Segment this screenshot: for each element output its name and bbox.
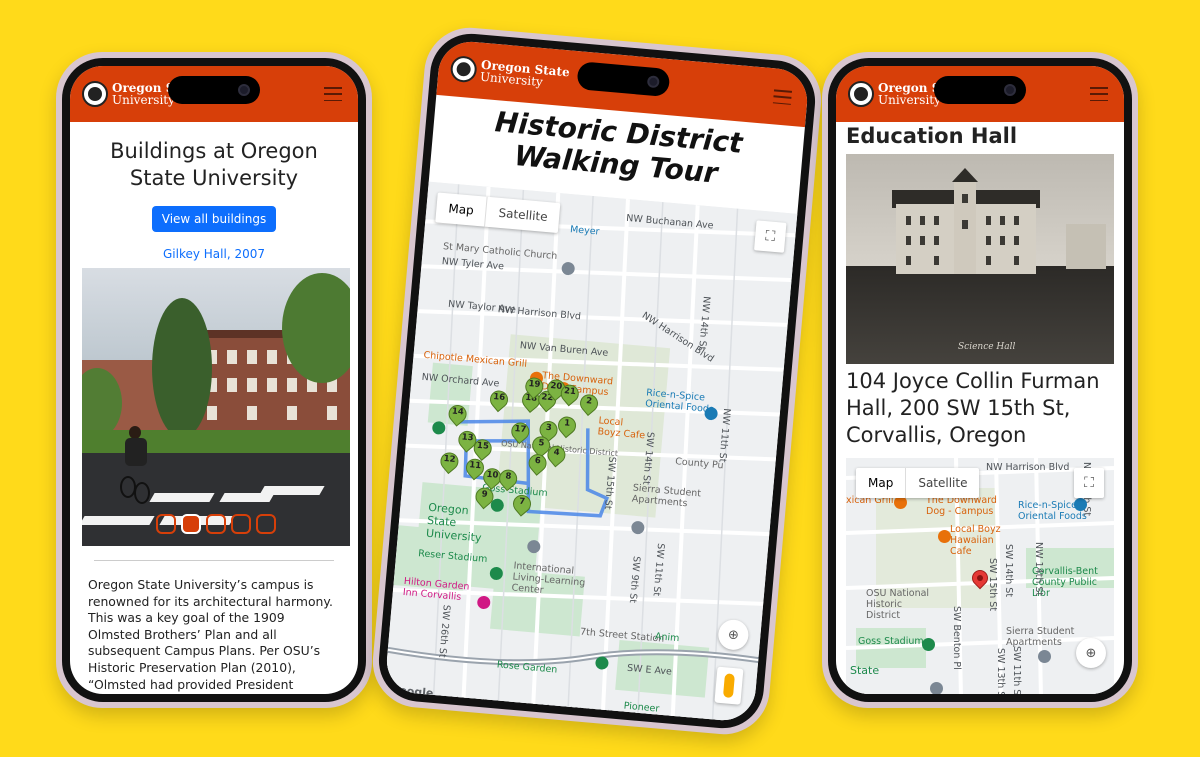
historic-photo: Science Hall (846, 154, 1114, 364)
poi-label: Corvallis-Bent County Public Libr (1032, 566, 1098, 599)
stadium-icon[interactable] (922, 638, 935, 651)
tour-stop-marker[interactable]: 21 (557, 380, 583, 409)
poi-label: Anim (654, 631, 680, 645)
walking-tour-map[interactable]: Map Satellite ⛶ NW Buchanan Ave St Mary … (384, 181, 798, 723)
place-icon[interactable] (1038, 650, 1051, 663)
map-type-map-button[interactable]: Map (856, 468, 907, 498)
dynamic-island (934, 76, 1026, 104)
map-type-satellite-button[interactable]: Satellite (485, 197, 560, 233)
location-control-icon[interactable]: ⊕ (1076, 638, 1106, 668)
tour-stop-marker[interactable]: 17 (507, 418, 533, 447)
phone-screen: Oregon State University Education Hall S… (836, 66, 1124, 694)
phone-bezel: Oregon State University Historic Distric… (375, 30, 819, 732)
view-all-buildings-button[interactable]: View all buildings (151, 206, 277, 232)
place-icon[interactable] (930, 682, 943, 694)
phone-screen: Oregon State University Historic Distric… (384, 39, 810, 723)
tour-stop-marker[interactable]: 9 (471, 483, 498, 512)
street-view-pegman-icon[interactable] (714, 666, 744, 705)
map-type-control: Map Satellite (856, 468, 980, 498)
poi-label: The Downward Dog - Campus (926, 495, 997, 517)
carousel-dot-active[interactable] (181, 514, 201, 534)
tour-stop-marker[interactable]: 16 (486, 386, 512, 415)
logo-wordmark: Oregon State University (479, 58, 570, 91)
page-title: Buildings at Oregon State University (110, 139, 318, 190)
street-label: SW Benton Pl (951, 606, 962, 670)
hamburger-menu-icon[interactable] (772, 89, 793, 105)
phone-screen: Oregon State University Buildings at Ore… (70, 66, 358, 694)
osu-seal-icon (82, 81, 108, 107)
intro-paragraph: Oregon State University’s campus is reno… (88, 577, 333, 694)
tour-stop-marker[interactable]: 14 (444, 401, 471, 429)
street-label: SW 13th St (995, 648, 1006, 694)
carousel-dot[interactable] (156, 514, 176, 534)
camera-icon (646, 75, 660, 89)
street-label: SW 14th St (1003, 544, 1014, 598)
phone-walking-tour: Oregon State University Historic Distric… (369, 23, 825, 739)
page-content: Buildings at Oregon State University Vie… (70, 122, 358, 546)
tour-stop-marker[interactable]: 7 (509, 491, 535, 519)
phone-building-detail: Oregon State University Education Hall S… (822, 52, 1138, 708)
tour-stop-marker[interactable]: 1 (554, 412, 580, 441)
map-type-satellite-button[interactable]: Satellite (906, 468, 979, 498)
camera-icon (238, 84, 250, 96)
carousel-dot[interactable] (231, 514, 251, 534)
carousel-dot[interactable] (256, 514, 276, 534)
street-label: NW 14th St (1033, 542, 1044, 597)
street-label: SW 11th St (1011, 646, 1022, 694)
tour-stop-marker[interactable]: 6 (524, 450, 551, 478)
photo-caption-link[interactable]: Gilkey Hall, 2007 (82, 247, 346, 261)
fullscreen-icon[interactable]: ⛶ (1074, 468, 1104, 498)
osu-seal-icon (848, 81, 874, 107)
cyclist-figure (120, 426, 150, 506)
poi-label: State (850, 664, 880, 677)
tour-stop-marker[interactable]: 4 (543, 442, 570, 470)
poi-label: Local Boyz Cafe (597, 415, 646, 442)
fullscreen-icon[interactable]: ⛶ (753, 220, 787, 253)
street-label: SW 15th St (987, 558, 998, 612)
hamburger-menu-icon[interactable] (324, 87, 342, 101)
dynamic-island (168, 76, 260, 104)
google-logo: Google (389, 683, 434, 700)
poi-label: Sierra Student Apartments (1006, 626, 1075, 648)
building-heading: Education Hall (846, 124, 1018, 148)
shopping-icon[interactable] (1074, 498, 1087, 511)
photo-inscription: Science Hall (958, 342, 1016, 352)
tour-stop-marker[interactable]: 11 (462, 455, 488, 483)
poi-label: OSU National Historic District (866, 588, 930, 621)
map-type-map-button[interactable]: Map (435, 192, 488, 227)
building-address: 104 Joyce Collin Furman Hall, 200 SW 15t… (846, 369, 1100, 447)
street-label: NW Harrison Blvd (986, 462, 1070, 473)
tour-stop-marker[interactable]: 2 (576, 390, 602, 419)
poi-label: Goss Stadium (858, 636, 924, 647)
location-pin-icon[interactable] (968, 566, 992, 592)
phone-bezel: Oregon State University Education Hall S… (828, 58, 1132, 702)
tour-stop-marker[interactable]: 12 (436, 448, 463, 477)
osu-logo[interactable]: Oregon State University (449, 55, 570, 91)
poi-label: Pioneer (623, 700, 660, 715)
hamburger-menu-icon[interactable] (1090, 87, 1108, 101)
building-location-map[interactable]: Map Satellite ⛶ NW Harrison Blvd xican G… (846, 458, 1114, 694)
carousel-dot[interactable] (206, 514, 226, 534)
restaurant-icon[interactable] (938, 530, 951, 543)
osu-seal-icon (449, 55, 478, 84)
tour-stop-marker[interactable]: 8 (495, 465, 521, 494)
phone-buildings: Oregon State University Buildings at Ore… (56, 52, 372, 708)
building-photo (82, 268, 350, 546)
carousel-indicators (82, 514, 350, 534)
camera-icon (1004, 84, 1016, 96)
phone-bezel: Oregon State University Buildings at Ore… (62, 58, 366, 702)
